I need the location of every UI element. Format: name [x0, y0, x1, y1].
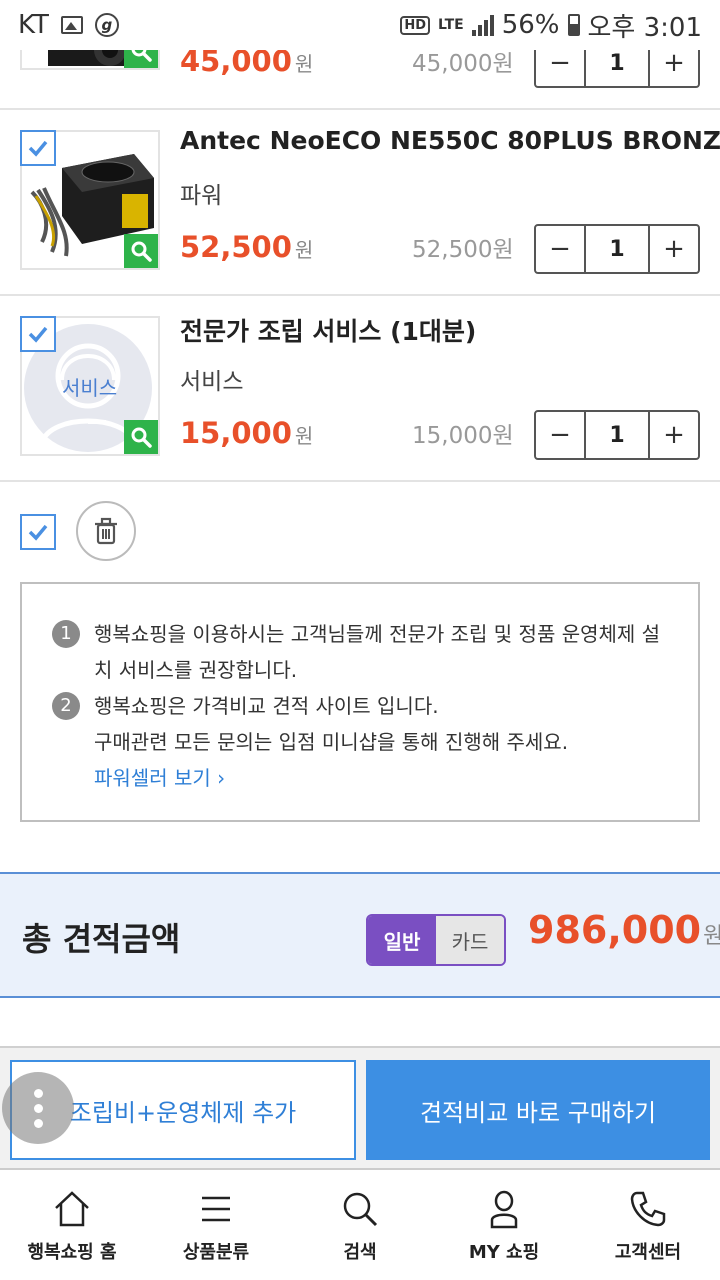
total-summary: 총 견적금액 일반 카드 986,000원: [0, 872, 720, 998]
nav-customer-center-label: 고객센터: [614, 1242, 682, 1263]
quantity-value[interactable]: 1: [584, 412, 650, 458]
increase-button[interactable]: +: [650, 412, 698, 458]
original-price: 52,500원: [412, 237, 514, 263]
more-options-fab[interactable]: [2, 1072, 74, 1144]
notice-text: 행복쇼핑을 이용하시는 고객님들께 전문가 조립 및 정품 운영체제 설치 서비…: [94, 622, 661, 682]
search-icon: [343, 1192, 378, 1227]
payment-type-toggle: 일반 카드: [366, 914, 506, 966]
nav-categories-label: 상품분류: [182, 1242, 250, 1263]
notice-text: 행복쇼핑은 가격비교 견적 사이트 입니다.: [94, 694, 439, 718]
original-price: 15,000원: [412, 423, 514, 449]
sale-price: 52,500 원: [180, 230, 314, 264]
carrier-label: KT: [18, 10, 49, 40]
product-category: 파워: [180, 183, 223, 209]
quantity-value[interactable]: 1: [584, 226, 650, 272]
magnifier-icon: [131, 241, 152, 262]
product-name[interactable]: 전문가 조립 서비스 (1대분): [180, 312, 476, 348]
home-icon: [55, 1191, 89, 1227]
toggle-general[interactable]: 일반: [368, 916, 436, 964]
nav-search-label: 검색: [343, 1242, 377, 1263]
quantity-stepper: − 1 +: [534, 224, 700, 274]
action-bar: 조립비+운영체제 추가 견적비교 바로 구매하기: [0, 1046, 720, 1168]
cart-item: Antec NeoECO NE550C 80PLUS BRONZE 파워 52,…: [0, 110, 720, 296]
notice-item: 1 행복쇼핑을 이용하시는 고객님들께 전문가 조립 및 정품 운영체제 설치 …: [52, 616, 670, 688]
signal-icon: [471, 14, 494, 36]
trash-icon: [95, 517, 117, 545]
total-amount: 986,000원: [528, 908, 720, 952]
phone-icon: [630, 1191, 666, 1227]
notice-number-badge: 2: [52, 692, 80, 720]
user-icon: [490, 1190, 518, 1229]
menu-icon: [202, 1196, 230, 1222]
cart-item: 서비스 전문가 조립 서비스 (1대분) 서비스 15,000 원 15,000원…: [0, 296, 720, 482]
g-app-notification-icon: g: [94, 13, 119, 37]
nav-home[interactable]: 행복쇼핑 홈: [0, 1170, 144, 1280]
power-seller-link[interactable]: 파워셀러 보기 ›: [94, 760, 670, 796]
sale-price: 15,000 원: [180, 416, 314, 450]
nav-my-shopping[interactable]: MY 쇼핑: [432, 1170, 576, 1280]
item-checkbox[interactable]: [20, 316, 56, 352]
total-label: 총 견적금액: [22, 920, 181, 958]
toggle-card[interactable]: 카드: [436, 916, 504, 964]
zoom-button[interactable]: [124, 234, 158, 268]
quantity-stepper: − 1 +: [534, 410, 700, 460]
notice-number-badge: 1: [52, 620, 80, 648]
delete-selected-button[interactable]: [76, 501, 136, 561]
decrease-button[interactable]: −: [536, 226, 584, 272]
magnifier-icon: [131, 427, 152, 448]
check-icon: [28, 524, 48, 541]
image-notification-icon: [60, 16, 83, 34]
buy-now-button[interactable]: 견적비교 바로 구매하기: [366, 1060, 710, 1160]
nav-home-label: 행복쇼핑 홈: [27, 1242, 117, 1263]
check-icon: [28, 326, 48, 343]
clock: 오후 3:01: [587, 12, 703, 43]
increase-button[interactable]: +: [650, 226, 698, 272]
notice-item: 2 행복쇼핑은 가격비교 견적 사이트 입니다. 구매관련 모든 문의는 입점 …: [52, 688, 670, 760]
battery-percent: 56%: [501, 10, 560, 40]
lte-icon: LTE: [437, 17, 464, 33]
nav-my-shopping-label: MY 쇼핑: [468, 1242, 540, 1263]
zoom-button[interactable]: [124, 420, 158, 454]
product-category: 서비스: [180, 369, 244, 395]
item-checkbox[interactable]: [20, 130, 56, 166]
check-icon: [28, 140, 48, 157]
status-bar: KT g HD LTE 56% 오후 3:01: [0, 0, 720, 50]
battery-icon: [567, 14, 580, 36]
nav-categories[interactable]: 상품분류: [144, 1170, 288, 1280]
notice-box: 1 행복쇼핑을 이용하시는 고객님들께 전문가 조립 및 정품 운영체제 설치 …: [20, 582, 700, 822]
product-name[interactable]: Antec NeoECO NE550C 80PLUS BRONZE: [180, 126, 720, 155]
hd-voice-icon: HD: [400, 15, 430, 35]
notice-text-2: 구매관련 모든 문의는 입점 미니샵을 통해 진행해 주세요.: [94, 730, 569, 754]
nav-customer-center[interactable]: 고객센터: [576, 1170, 720, 1280]
decrease-button[interactable]: −: [536, 412, 584, 458]
bottom-nav: 행복쇼핑 홈 상품분류 검색 MY 쇼핑 고객센터: [0, 1168, 720, 1280]
nav-search[interactable]: 검색: [288, 1170, 432, 1280]
select-all-checkbox[interactable]: [20, 514, 56, 550]
service-thumb-label: 서비스: [62, 376, 118, 400]
